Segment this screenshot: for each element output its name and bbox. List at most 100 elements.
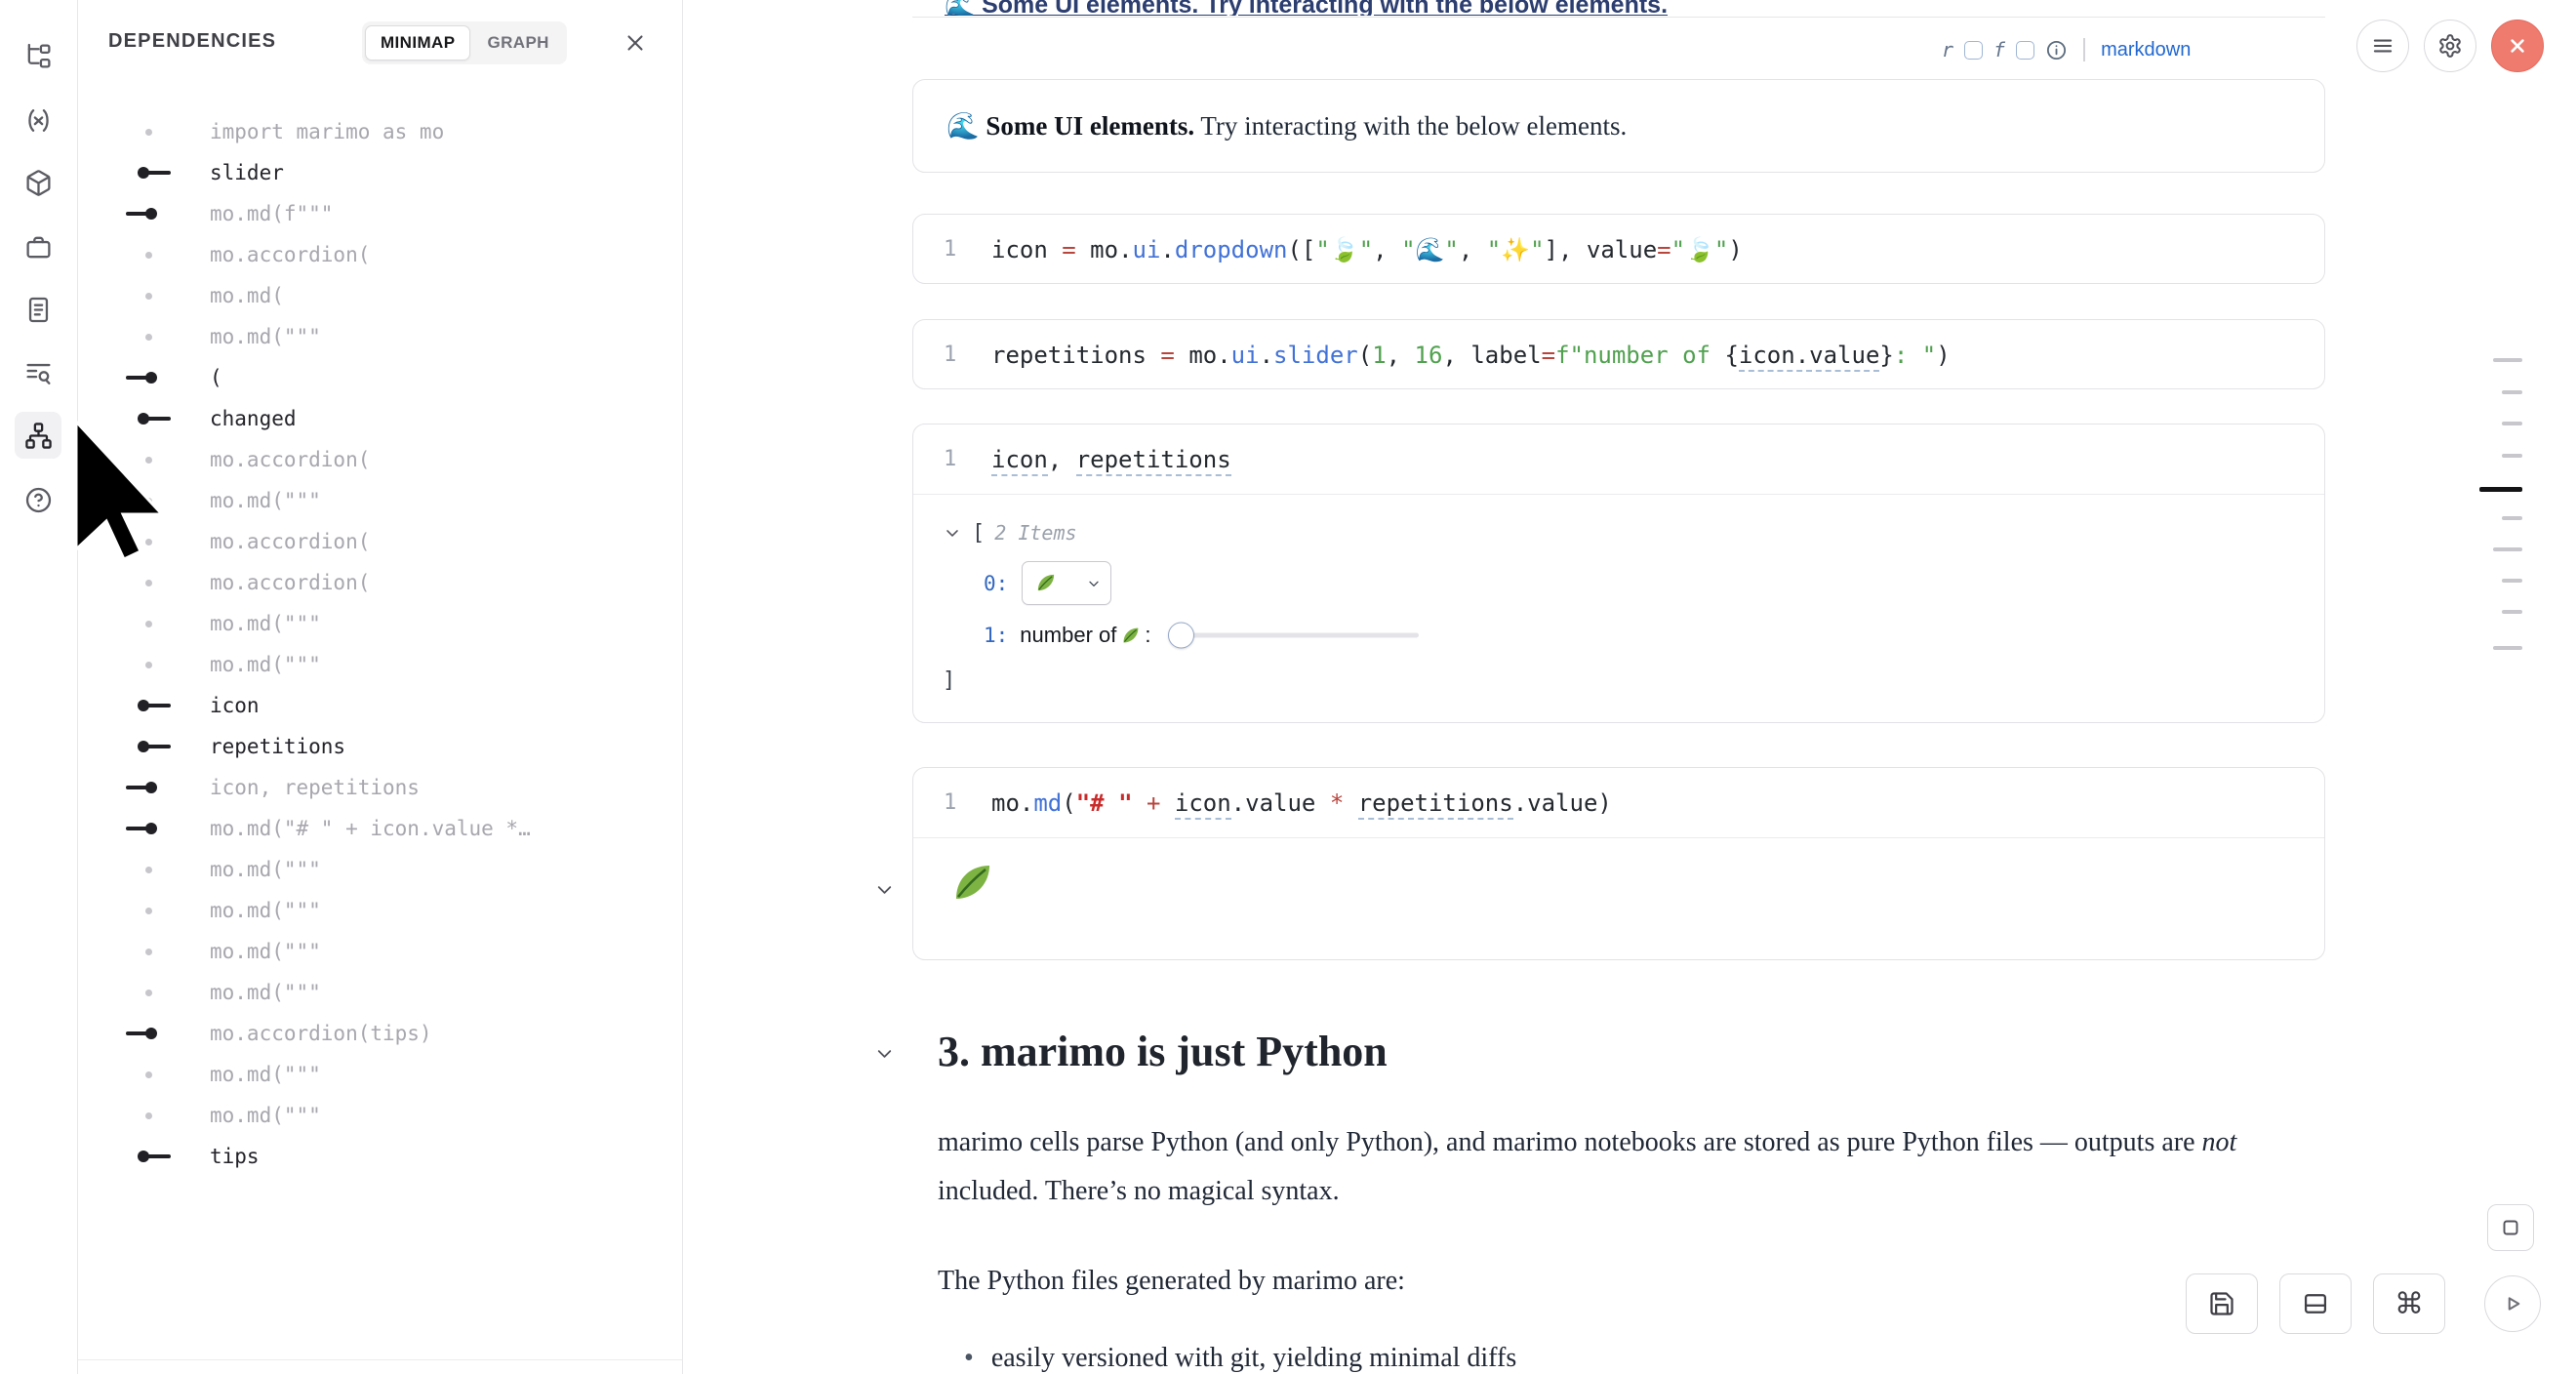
dependency-item[interactable]: icon — [77, 685, 682, 726]
documentation-button[interactable] — [15, 286, 61, 333]
minimap-cell-line[interactable] — [2493, 547, 2522, 551]
collapse-section-button[interactable] — [873, 1042, 896, 1065]
panel-close-button[interactable] — [616, 23, 655, 62]
icon-dropdown-select[interactable] — [1022, 561, 1111, 605]
dependency-item[interactable]: mo.md(""" — [77, 1054, 682, 1095]
info-icon — [2045, 39, 2068, 61]
minimap-cell-line[interactable] — [2502, 454, 2522, 458]
dependency-label: mo.md(""" — [210, 981, 321, 1004]
code-cell-markdown: 1 mo.md("# " + icon.value * repetitions.… — [912, 767, 2325, 960]
dependency-item[interactable]: mo.md(""" — [77, 890, 682, 931]
dependency-item[interactable]: mo.md( — [77, 275, 682, 316]
dependency-item[interactable]: icon, repetitions — [77, 767, 682, 808]
info-button[interactable] — [2045, 39, 2068, 61]
f-checkbox[interactable] — [2016, 41, 2034, 60]
minimap-cell-line[interactable] — [2502, 610, 2522, 614]
line-number: 1 — [913, 343, 991, 367]
dependency-item[interactable]: mo.md(""" — [77, 603, 682, 644]
code-editor[interactable]: 1 icon = mo.ui.dropdown(["🍃", "🌊", "✨"],… — [913, 215, 2324, 284]
definition-glyph — [77, 1136, 210, 1177]
notebook-menu-button[interactable] — [2356, 20, 2409, 72]
minimap-cell-line[interactable] — [2502, 516, 2522, 520]
language-markdown-button[interactable]: markdown — [2101, 39, 2191, 61]
dependency-item[interactable]: mo.md(""" — [77, 316, 682, 357]
dependency-item[interactable]: mo.md(""" — [77, 931, 682, 972]
dependencies-button[interactable] — [15, 412, 61, 459]
definition-glyph — [77, 152, 210, 193]
panel-toggle-button[interactable] — [2487, 1204, 2534, 1251]
dependency-item[interactable]: mo.accordion( — [77, 234, 682, 275]
code-editor[interactable]: 1 icon, repetitions — [913, 424, 2324, 494]
minimap-cell-line[interactable] — [2479, 487, 2522, 492]
section-paragraph: marimo cells parse Python (and only Pyth… — [938, 1118, 2309, 1216]
collapse-array-button[interactable] — [943, 523, 962, 543]
keyboard-shortcuts-button[interactable]: ⌘ — [2373, 1273, 2445, 1334]
code-editor[interactable]: 1 repetitions = mo.ui.slider(1, 16, labe… — [913, 320, 2324, 389]
command-icon: ⌘ — [2395, 1287, 2424, 1321]
minimap-cell-line[interactable] — [2493, 646, 2522, 650]
minimap-cell-line[interactable] — [2502, 579, 2522, 583]
dependency-item[interactable]: mo.md(f""" — [77, 193, 682, 234]
dependency-item[interactable]: mo.md(""" — [77, 644, 682, 685]
r-checkbox[interactable] — [1964, 41, 1983, 60]
snippets-search-button[interactable] — [15, 349, 61, 396]
layout-button[interactable] — [2279, 1273, 2352, 1334]
packages-button[interactable] — [15, 159, 61, 206]
cell-dot-glyph — [77, 111, 210, 152]
cell-dot-glyph — [77, 972, 210, 1013]
help-button[interactable] — [15, 476, 61, 523]
document-icon — [24, 296, 53, 324]
tab-minimap[interactable]: MINIMAP — [365, 25, 470, 61]
italic-word: not — [2202, 1127, 2237, 1157]
tab-graph[interactable]: GRAPH — [472, 25, 563, 61]
footer-divider — [2083, 38, 2085, 61]
leaf-emoji-icon — [1034, 572, 1057, 594]
dependency-item[interactable]: import marimo as mo — [77, 111, 682, 152]
save-button[interactable] — [2186, 1273, 2258, 1334]
view-mode-segmented-control: MINIMAP GRAPH — [362, 21, 567, 64]
dependency-item[interactable]: mo.accordion( — [77, 562, 682, 603]
dependency-label: tips — [210, 1145, 260, 1168]
dependency-item[interactable]: mo.md(""" — [77, 972, 682, 1013]
file-tree-button[interactable] — [15, 32, 61, 79]
code-editor[interactable]: 1 mo.md("# " + icon.value * repetitions.… — [913, 768, 2324, 837]
dependency-label: import marimo as mo — [210, 120, 444, 143]
cell-dot-glyph — [77, 275, 210, 316]
definition-glyph — [77, 685, 210, 726]
bullet-text: easily versioned with git, yielding mini… — [991, 1343, 1516, 1374]
minimap-cell-line[interactable] — [2502, 422, 2522, 425]
menu-icon — [2370, 33, 2395, 59]
repetitions-slider[interactable] — [1170, 622, 1419, 649]
slider-knob[interactable] — [1168, 623, 1194, 649]
collapse-cell-button[interactable] — [873, 878, 896, 901]
dependency-item[interactable]: slider — [77, 152, 682, 193]
dependency-item[interactable]: ( — [77, 357, 682, 398]
dependency-item[interactable]: mo.accordion(tips) — [77, 1013, 682, 1054]
run-button[interactable] — [2484, 1275, 2541, 1332]
dependency-label: mo.accordion( — [210, 448, 370, 471]
wave-emoji: 🌊 — [946, 111, 986, 141]
code-line: icon = mo.ui.dropdown(["🍃", "🌊", "✨"], v… — [991, 236, 1743, 263]
dependency-item[interactable]: mo.md(""" — [77, 849, 682, 890]
code-cell-slider: 1 repetitions = mo.ui.slider(1, 16, labe… — [912, 319, 2325, 389]
minimap-cell-line[interactable] — [2493, 358, 2522, 362]
dependency-label: mo.md(f""" — [210, 202, 333, 225]
dependency-item[interactable]: tips — [77, 1136, 682, 1177]
dependencies-panel: DEPENDENCIES MINIMAP GRAPH import marimo… — [77, 0, 683, 1374]
dependency-graph-icon — [24, 422, 53, 450]
dependency-item[interactable]: mo.md("# " + icon.value *… — [77, 808, 682, 849]
variables-button[interactable] — [15, 97, 61, 143]
dependency-item[interactable]: mo.md(""" — [77, 1095, 682, 1136]
dependency-label: mo.md("# " + icon.value *… — [210, 817, 531, 840]
toolbox-button[interactable] — [15, 223, 61, 270]
dependency-item[interactable]: repetitions — [77, 726, 682, 767]
save-icon — [2208, 1290, 2235, 1317]
reference-glyph — [77, 767, 210, 808]
markdown-editor-peek[interactable]: 🌊 Some UI elements. Try interacting with… — [945, 0, 1959, 16]
settings-button[interactable] — [2424, 20, 2476, 72]
slider-track[interactable] — [1170, 633, 1419, 638]
cell-language-footer: r f markdown — [1942, 35, 2191, 64]
definition-glyph — [77, 726, 210, 767]
minimap-cell-line[interactable] — [2502, 390, 2522, 394]
help-icon — [24, 486, 53, 514]
